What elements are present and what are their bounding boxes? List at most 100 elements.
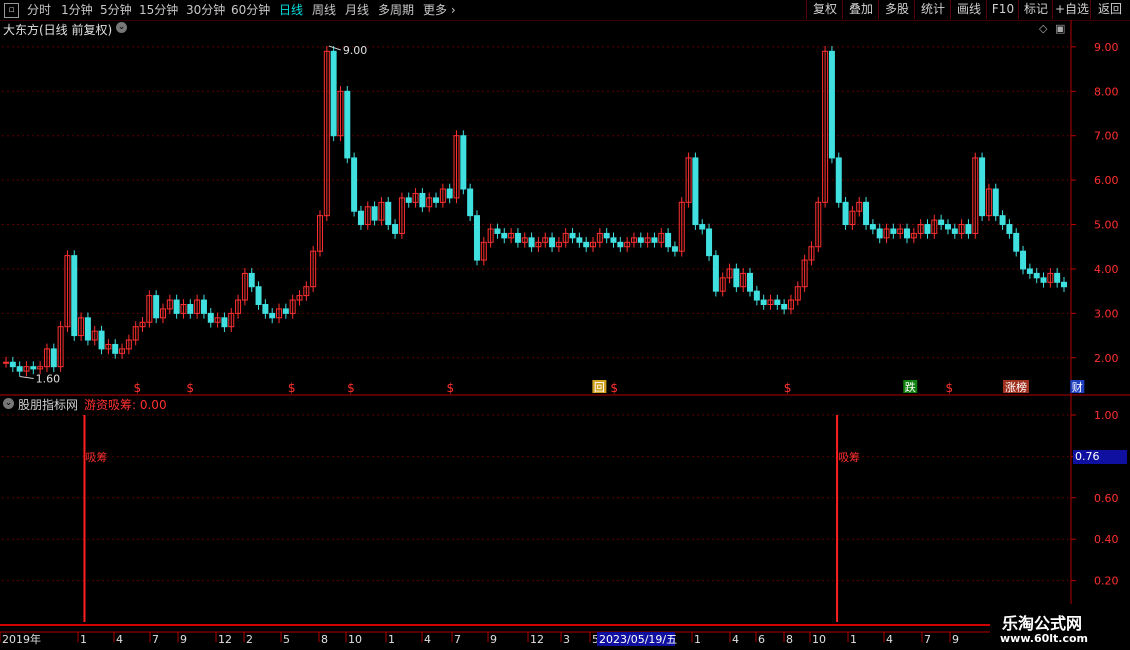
settings-icon[interactable]: ▣ [1055, 22, 1065, 35]
price-candle-body [576, 237, 583, 243]
main-ytick-label: 5.00 [1094, 219, 1119, 232]
price-candle-body [1020, 250, 1027, 270]
date-label: 1 [694, 633, 701, 646]
event-marker-dollar: $ [946, 381, 954, 395]
price-candle-body [467, 188, 474, 217]
price-candle-body [965, 224, 972, 234]
price-candle-body [30, 366, 37, 370]
date-label: 2019年 [2, 632, 41, 646]
price-candle-body [1033, 272, 1040, 279]
date-label: 4 [732, 633, 739, 646]
price-candle-body [446, 188, 453, 199]
price-candle-body [385, 201, 392, 226]
event-marker-dollar: $ [347, 381, 355, 395]
price-candle-body [944, 224, 951, 230]
watermark-title: 乐淘公式网 [1002, 614, 1083, 633]
date-label: 9 [490, 633, 497, 646]
price-candle-body [330, 50, 337, 137]
price-candle-body [112, 343, 119, 354]
main-ytick-label: 9.00 [1094, 41, 1119, 54]
price-candle-body [938, 219, 945, 226]
price-candle-body [992, 188, 999, 217]
indicator-readout: 游资吸筹: 0.00 [84, 398, 167, 412]
date-label: 12 [530, 633, 544, 646]
chevron-down-icon[interactable]: ⌄ [116, 22, 127, 33]
price-candle-body [1026, 268, 1033, 274]
main-ytick-label: 6.00 [1094, 174, 1119, 187]
price-candle-body [753, 290, 760, 301]
signal-label: 吸筹 [85, 450, 107, 464]
price-candle-body [200, 299, 207, 314]
price-candle-body [473, 215, 480, 261]
price-candle-body [603, 232, 610, 239]
event-marker-dollar: $ [288, 381, 296, 395]
main-ytick-label: 7.00 [1094, 130, 1119, 143]
price-candle-body [760, 299, 767, 305]
low-price-label: 1.60 [36, 372, 61, 385]
event-badge-label: 回 [594, 381, 605, 394]
watermark: 乐淘公式网 www.60lt.com [990, 604, 1130, 650]
date-label: 12 [218, 633, 232, 646]
price-candle-body [712, 255, 719, 292]
price-candle-body [924, 224, 931, 234]
price-candle-body [999, 215, 1006, 226]
price-candle-body [863, 201, 870, 226]
high-pointer [328, 45, 341, 51]
current-value-badge: 0.76 [1073, 450, 1127, 464]
event-badge-label: 财 [1072, 380, 1083, 394]
price-candle-body [187, 303, 194, 314]
price-candle-body [583, 241, 590, 248]
price-candle-body [262, 303, 269, 314]
sub-ytick-label: 0.60 [1094, 492, 1119, 505]
event-marker-dollar: $ [186, 381, 194, 395]
date-label: 9 [952, 633, 959, 646]
diamond-icon[interactable]: ◇ [1039, 22, 1047, 35]
date-label: 2 [246, 633, 253, 646]
price-candle-body [951, 228, 958, 234]
event-marker-dollar: $ [134, 381, 142, 395]
price-candle-body [282, 308, 289, 314]
date-label: 10 [348, 633, 362, 646]
date-label: 10 [812, 633, 826, 646]
sub-panel-toggle-icon[interactable]: ⌄ [3, 398, 14, 409]
main-ytick-label: 2.00 [1094, 352, 1119, 365]
price-candle-body [371, 206, 378, 221]
price-candle-body [699, 224, 706, 230]
date-label: 1 [388, 633, 395, 646]
event-marker-dollar: $ [784, 381, 792, 395]
price-candle-body [207, 312, 214, 323]
price-candle-body [610, 237, 617, 243]
price-candle-body [344, 90, 351, 159]
price-candle-body [747, 272, 754, 292]
price-candle-body [692, 157, 699, 226]
price-candle-body [774, 299, 781, 305]
price-candle-body [433, 197, 440, 203]
date-label: 7 [152, 633, 159, 646]
price-candle-body [405, 197, 412, 203]
price-candle-body [1006, 224, 1013, 234]
date-label: 4 [116, 633, 123, 646]
event-badge-label: 涨榜 [1005, 380, 1027, 394]
price-candle-body [979, 157, 986, 217]
price-candle-body [665, 232, 672, 248]
price-candle-body [357, 210, 364, 226]
date-label: 6 [758, 633, 765, 646]
main-ytick-label: 8.00 [1094, 85, 1119, 98]
price-candle-body [98, 330, 105, 350]
date-label: 3 [563, 633, 570, 646]
price-candle-body [248, 272, 255, 288]
date-label: 9 [180, 633, 187, 646]
price-candle-body [221, 317, 228, 328]
price-candle-body [269, 312, 276, 319]
price-candle-body [419, 192, 426, 208]
date-label: 1 [850, 633, 857, 646]
date-label: 5 [283, 633, 290, 646]
price-candle-body [153, 295, 160, 319]
event-marker-dollar: $ [446, 381, 454, 395]
price-candle-body [569, 232, 576, 239]
price-candle-body [733, 268, 740, 288]
main-ytick-label: 4.00 [1094, 263, 1119, 276]
main-panel-title: 大东方(日线 前复权) [3, 23, 113, 37]
price-candle-body [50, 348, 57, 368]
date-label: 7 [454, 633, 461, 646]
